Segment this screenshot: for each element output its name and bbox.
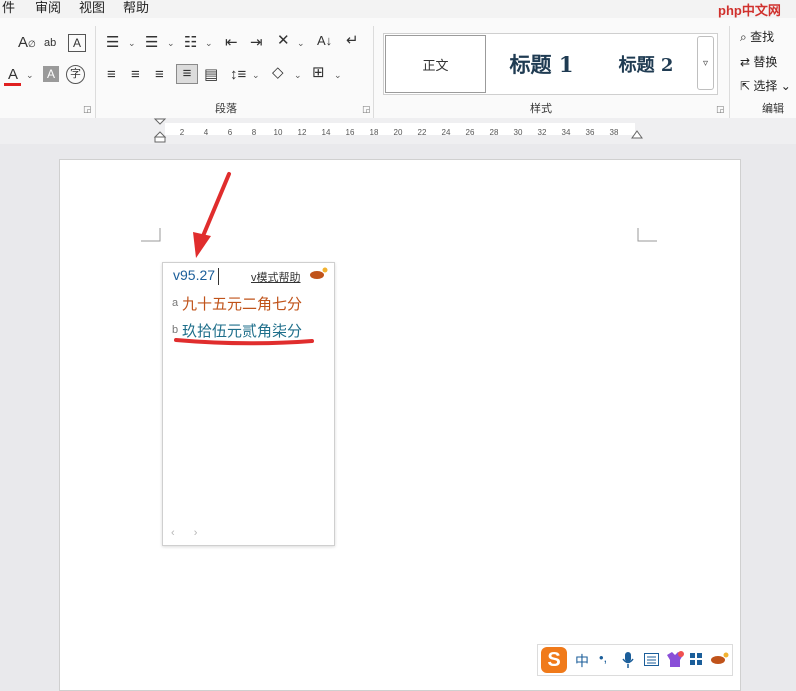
annotation-arrow-icon <box>201 172 231 238</box>
sogou-logo[interactable]: S <box>541 647 567 673</box>
gamepad-icon[interactable] <box>710 652 730 666</box>
input-mode-toggle[interactable]: 中 <box>575 651 589 671</box>
punctuation-icon[interactable]: •, <box>599 650 607 665</box>
toolbox-icon[interactable] <box>690 653 703 666</box>
skin-icon[interactable] <box>666 651 684 668</box>
annotation-overlay <box>174 172 314 346</box>
ime-status-bar: S 中 •, <box>537 644 733 676</box>
annotation-arrowhead <box>193 232 211 258</box>
annotation-underline <box>174 338 314 346</box>
keyboard-icon[interactable] <box>644 653 659 666</box>
microphone-icon[interactable] <box>622 652 634 668</box>
